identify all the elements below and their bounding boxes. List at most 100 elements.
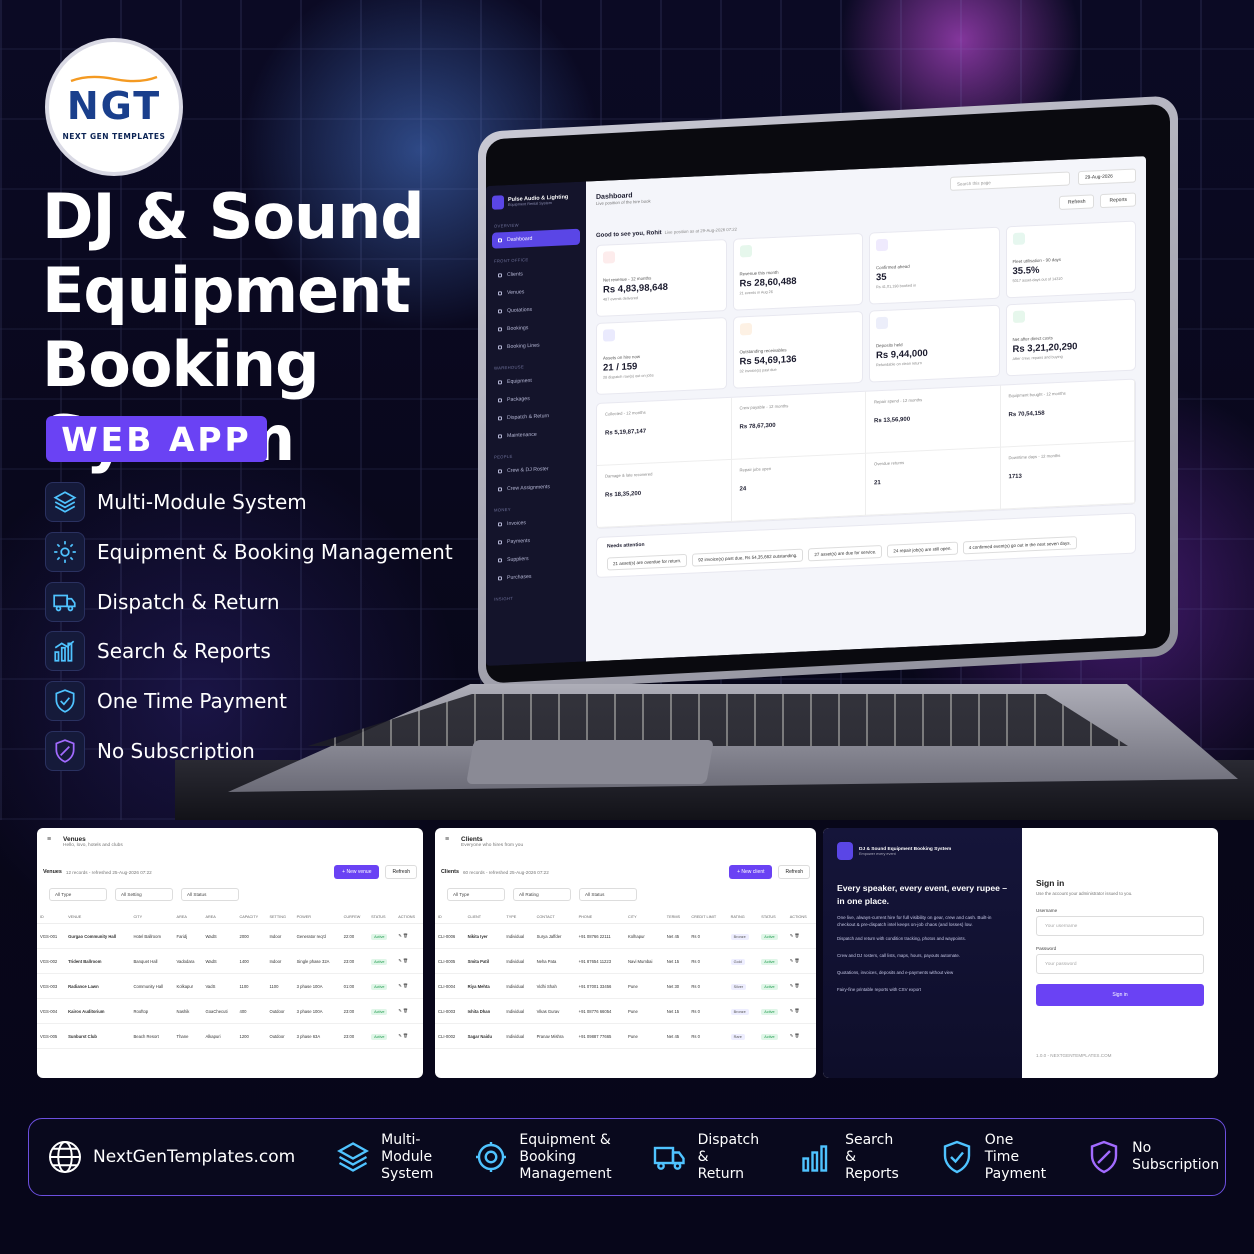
status-filter[interactable]: All Status (579, 888, 637, 901)
search-input[interactable]: Search this page (950, 171, 1070, 191)
new-venue-button[interactable]: + New venue (334, 865, 380, 879)
sidebar-item-dispatch[interactable]: Dispatch & Return (492, 407, 580, 427)
sidebar-item-suppliers[interactable]: Suppliers (492, 549, 580, 569)
column-header[interactable]: CITY (625, 911, 664, 924)
column-header[interactable]: CLIENT (464, 911, 504, 924)
row-actions[interactable]: ✎ 🗑 (786, 998, 816, 1024)
page-subtitle: Hello, lovo, hotels and clubs (63, 843, 123, 848)
sidebar-item-venues[interactable]: Venues (492, 282, 580, 302)
app-logo-icon (837, 842, 853, 860)
column-header[interactable]: CITY (130, 911, 174, 924)
table-row[interactable]: VGS-002 Trident Ballroom Banquet Hall Vadod… (37, 948, 423, 974)
setting-filter[interactable]: All Setting (115, 888, 173, 901)
sidebar-item-crew-assignments[interactable]: Crew Assignments (492, 478, 580, 498)
column-header[interactable]: SETTING (266, 911, 294, 924)
sidebar-item-quotations[interactable]: Quotations (492, 300, 580, 320)
row-actions[interactable]: ✎ 🗑 (786, 1023, 816, 1049)
feature-label: One Time Payment (97, 689, 287, 714)
column-header[interactable]: TERMS (663, 911, 689, 924)
kpi-card[interactable]: Revenue this month Rs 28,60,488 21 events … (732, 232, 863, 311)
sidebar-item-booking-lines[interactable]: Booking Lines (492, 336, 580, 356)
row-actions[interactable]: ✎ 🗑 (395, 973, 423, 999)
footer-line: Equipment & (519, 1131, 611, 1148)
rating-filter[interactable]: All Rating (513, 888, 571, 901)
column-header[interactable]: CONTACT (533, 911, 576, 924)
table-row[interactable]: VGS-004 Kairos Auditorium Rooftop Nashik Goa… (37, 998, 423, 1024)
type-filter[interactable]: All Type (447, 888, 505, 901)
cell: Individual (503, 1023, 534, 1049)
kpi-card[interactable]: Confirmed ahead 35 Rs 41,01,198 booked in (869, 226, 1000, 305)
laptop-trackpad (466, 740, 714, 784)
table-row[interactable]: CLI-0005 Smita Patil Individual Neha Pata +9… (435, 948, 816, 974)
reports-button[interactable]: Reports (1100, 192, 1136, 209)
sidebar-item-maintenance[interactable]: Maintenance (492, 425, 580, 445)
sidebar-item-crew-roster[interactable]: Crew & DJ Roster (492, 460, 580, 480)
new-client-button[interactable]: + New client (729, 865, 773, 879)
column-header[interactable]: RATING (727, 911, 759, 924)
column-header[interactable]: VENUE (65, 911, 131, 924)
sign-in-button[interactable]: Sign in (1036, 984, 1204, 1006)
sidebar-item-packages[interactable]: Packages (492, 389, 580, 409)
row-actions[interactable]: ✎ 🗑 (395, 923, 423, 949)
kpi-card[interactable]: Net after direct costs Rs 3,21,20,290 Afte… (1005, 298, 1136, 377)
attention-item[interactable]: 92 invoice(s) past due, Rs 54,35,662 out… (692, 548, 804, 567)
column-header[interactable]: CURFEW (340, 911, 369, 924)
sidebar-item-clients[interactable]: Clients (492, 264, 580, 284)
password-input[interactable]: Your password (1036, 954, 1204, 974)
table-row[interactable]: CLI-0006 Nikita Iyer Individual Surya Jaffd… (435, 923, 816, 949)
refresh-button[interactable]: Refresh (778, 865, 810, 879)
table-row[interactable]: VGS-003 Radiance Lawn Community Hall Kolkap… (37, 973, 423, 999)
cart-icon (498, 576, 502, 581)
username-input[interactable]: Your username (1036, 916, 1204, 936)
footer-site[interactable]: NextGenTemplates.com (47, 1139, 295, 1175)
column-header[interactable]: PHONE (575, 911, 625, 924)
cell: Vikas Gurav (533, 998, 576, 1024)
kpi-card[interactable]: Outstanding receivables Rs 54,69,136 32 in… (732, 310, 863, 389)
refresh-button[interactable]: Refresh (1058, 194, 1095, 210)
row-actions[interactable]: ✎ 🗑 (395, 998, 423, 1024)
sidebar-item-payments[interactable]: Payments (492, 531, 580, 551)
column-header[interactable]: POWER (293, 911, 341, 924)
attention-item[interactable]: 21 asset(s) are overdue for return. (607, 553, 688, 571)
column-header[interactable]: AREA (173, 911, 203, 924)
column-header[interactable]: ID (435, 911, 465, 924)
sidebar-item-bookings[interactable]: Bookings (492, 318, 580, 338)
row-actions[interactable]: ✎ 🗑 (395, 948, 423, 974)
menu-icon[interactable]: ≡ (47, 836, 53, 843)
row-actions[interactable]: ✎ 🗑 (786, 973, 816, 999)
table-row[interactable]: VGS-005 Sunburst Club Beach Resort Thane Alk… (37, 1023, 423, 1049)
column-header[interactable]: STATUS (368, 911, 396, 924)
attention-item[interactable]: 24 repair job(s) are still open. (887, 541, 958, 558)
row-actions[interactable]: ✎ 🗑 (395, 1023, 423, 1049)
kpi-card[interactable]: Assets on hire now 21 / 159 28 dispatch ro… (596, 317, 727, 396)
table-row[interactable]: CLI-0004 Riya Mehta Individual Vidhi Shah +9… (435, 973, 816, 999)
sidebar-item-invoices[interactable]: Invoices (492, 513, 580, 533)
refresh-button[interactable]: Refresh (385, 865, 417, 879)
table-row[interactable]: VGS-001 Gurgao Community Hall Hotel Ballro… (37, 923, 423, 949)
table-row[interactable]: CLI-0003 Ishita Dhan Individual Vikas Gurav… (435, 998, 816, 1024)
column-header[interactable]: TYPE (503, 911, 534, 924)
column-header[interactable]: CAPACITY (236, 911, 267, 924)
sidebar-item-equipment[interactable]: Equipment (492, 371, 580, 391)
status-filter[interactable]: All Status (181, 888, 239, 901)
attention-item[interactable]: 4 confirmed event(s) go out in the next … (962, 536, 1077, 555)
cell: Rs 0 (688, 948, 728, 974)
cell: CLI-0004 (435, 973, 465, 999)
column-header[interactable]: CREDIT LIMIT (688, 911, 728, 924)
column-header[interactable]: AREA (202, 911, 237, 924)
kpi-card[interactable]: Fleet utilisation - 90 days 35.5% 5017 ass… (1005, 220, 1136, 299)
column-header[interactable]: STATUS (758, 911, 787, 924)
column-header[interactable]: ID (37, 911, 66, 924)
attention-item[interactable]: 27 asset(s) are due for service. (808, 544, 883, 562)
table-row[interactable]: CLI-0002 Sagar Naidu Individual Pranav Mish… (435, 1023, 816, 1049)
kpi-card[interactable]: Net revenue - 12 months Rs 4,83,98,648 487… (596, 239, 727, 318)
date-picker[interactable]: 29-Aug-2026 (1078, 168, 1136, 186)
sidebar-item-purchases[interactable]: Purchases (492, 567, 580, 587)
type-filter[interactable]: All Type (49, 888, 107, 901)
row-actions[interactable]: ✎ 🗑 (786, 923, 816, 949)
sidebar-item-dashboard[interactable]: Dashboard (492, 228, 580, 249)
row-actions[interactable]: ✎ 🗑 (786, 948, 816, 974)
logo-mark: NGT (66, 83, 162, 128)
menu-icon[interactable]: ≡ (445, 836, 451, 843)
kpi-card[interactable]: Deposits held Rs 9,44,000 Refundable on cl… (869, 304, 1000, 383)
